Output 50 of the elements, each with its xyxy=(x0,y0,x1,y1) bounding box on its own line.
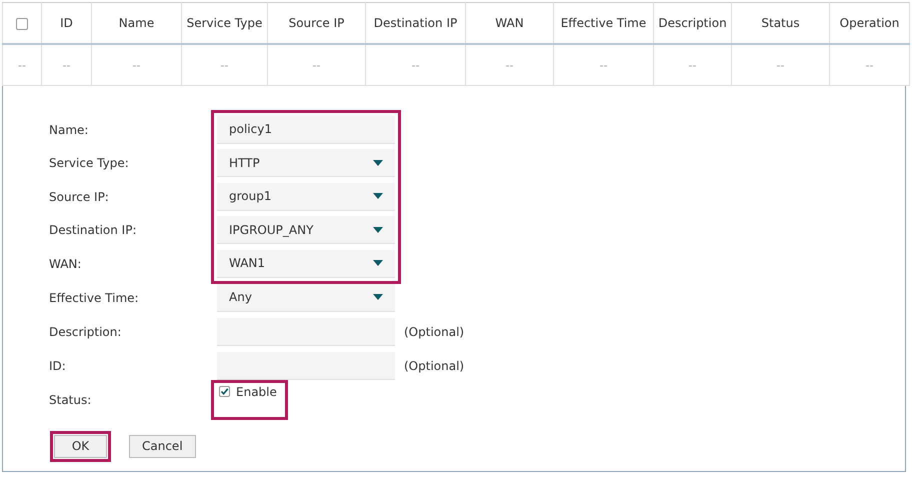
column-header: Name xyxy=(92,2,182,44)
optional-note: (Optional) xyxy=(404,324,464,338)
input-field[interactable] xyxy=(217,352,395,380)
caret-icon xyxy=(373,260,383,266)
field-label: Destination IP: xyxy=(49,223,136,238)
field-label: Name: xyxy=(49,122,88,137)
field-label: Effective Time: xyxy=(49,290,139,304)
field-label: WAN: xyxy=(49,256,82,271)
field-label: Status: xyxy=(49,392,92,406)
optional-note: (Optional) xyxy=(404,358,464,372)
table-cell: -- xyxy=(654,44,732,86)
table-cell: -- xyxy=(366,44,466,86)
form-button[interactable]: Cancel xyxy=(129,434,196,458)
column-header: Effective Time xyxy=(554,2,654,44)
caret-icon xyxy=(373,226,383,233)
column-header: Destination IP xyxy=(366,2,466,44)
dropdown[interactable]: HTTP xyxy=(217,149,395,178)
table-cell: -- xyxy=(2,44,42,86)
field-label: ID: xyxy=(49,358,66,372)
column-header: WAN xyxy=(466,2,554,44)
field-label: Source IP: xyxy=(49,190,109,204)
table-cell: -- xyxy=(92,44,182,86)
table-cell: -- xyxy=(830,44,910,86)
table-cell: -- xyxy=(466,44,554,86)
dropdown[interactable]: Any xyxy=(217,284,395,312)
form-button[interactable]: OK xyxy=(54,434,107,458)
column-header: Status xyxy=(732,2,830,44)
table-cell: -- xyxy=(42,44,92,86)
input-field[interactable] xyxy=(217,318,395,346)
checkbox-label[interactable]: Enable xyxy=(236,384,277,398)
column-header: Description xyxy=(654,2,732,44)
input-field[interactable]: policy1 xyxy=(217,116,395,144)
column-header: ID xyxy=(42,2,92,44)
caret-icon xyxy=(373,294,383,300)
column-header: Service Type xyxy=(182,2,268,44)
column-header: Source IP xyxy=(268,2,366,44)
column-header: Operation xyxy=(830,2,910,44)
table-cell: -- xyxy=(182,44,268,86)
checkbox[interactable] xyxy=(16,18,28,30)
caret-icon xyxy=(373,160,383,166)
dropdown[interactable]: WAN1 xyxy=(217,250,395,278)
field-label: Description: xyxy=(49,324,122,338)
table-cell: -- xyxy=(268,44,366,86)
dropdown[interactable]: group1 xyxy=(217,182,395,211)
field-label: Service Type: xyxy=(49,156,129,170)
checkbox[interactable] xyxy=(219,386,230,397)
table-cell: -- xyxy=(554,44,654,86)
table-cell: -- xyxy=(732,44,830,86)
caret-icon xyxy=(373,193,383,200)
dropdown[interactable]: IPGROUP_ANY xyxy=(217,216,395,244)
